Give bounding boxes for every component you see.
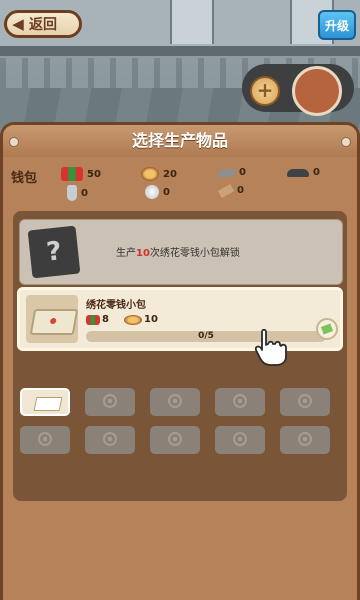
progress-text: 0/5 [198,331,214,341]
slot-active[interactable] [20,388,70,416]
purse-icon [26,295,79,343]
avatar[interactable] [292,66,342,116]
board-icon [216,168,238,177]
lock-icon [168,432,182,446]
cotton-icon [145,185,159,199]
locked-item: ? 生产10次绣花零钱小包解锁 [19,219,343,285]
resource-thread: 50 [61,167,101,181]
resource-value: 20 [163,168,177,180]
lock-icon [233,432,247,446]
background-door [170,0,214,44]
cost-value: 10 [144,314,158,325]
purse-icon [33,397,63,411]
slot-locked[interactable] [215,388,265,416]
yarn-icon [141,167,159,181]
plus-icon[interactable]: + [250,76,280,106]
resource-iron: 0 [287,167,320,178]
panel-title: 选择生产物品 [3,125,357,157]
slot-locked[interactable] [85,426,135,454]
pointer-hand-icon [254,328,287,366]
item-list: ? 生产10次绣花零钱小包解锁 绣花零钱小包 8 10 0/5 [13,211,347,501]
resource-value: 0 [237,185,244,196]
resource-wood: 0 [217,183,244,198]
yarn-icon [124,314,142,325]
slot-locked[interactable] [20,426,70,454]
resource-value: 0 [81,187,88,199]
lock-icon [103,432,117,446]
resource-cotton: 0 [145,185,170,199]
sock-icon [67,185,77,201]
resource-yarn: 20 [141,167,177,181]
unlock-prefix: 生产 [116,248,136,259]
resource-value: 0 [163,186,170,198]
thread-icon [61,167,83,181]
money-icon [316,318,338,340]
slot-locked[interactable] [280,388,330,416]
resource-value: 0 [239,167,246,178]
slot-locked[interactable] [280,426,330,454]
unlock-requirement: 生产10次绣花零钱小包解锁 [116,244,240,259]
wallet-label: 钱包 [11,171,38,186]
back-button[interactable]: ◀ 返回 [4,10,82,38]
resource-board: 0 [216,167,246,178]
unlock-count: 10 [136,248,150,259]
resource-sock: 0 [67,185,88,201]
bolt-icon [341,137,351,147]
wood-icon [217,183,235,198]
lock-icon [38,432,52,446]
lock-icon [103,394,117,408]
slot-locked[interactable] [215,426,265,454]
item-row-purse[interactable]: 绣花零钱小包 8 10 0/5 [17,287,343,351]
slot-locked[interactable] [150,388,200,416]
bolt-icon [9,137,19,147]
lock-icon [298,432,312,446]
resource-value: 50 [87,168,101,180]
cost-yarn: 10 [124,314,158,325]
back-label: 返回 [29,17,57,33]
item-name: 绣花零钱小包 [86,300,146,311]
lock-icon [298,394,312,408]
resource-value: 0 [313,167,320,178]
production-panel: 选择生产物品 钱包 50 20 0 0 0 0 0 ? 生产10次绣花零钱小包解… [0,122,360,600]
iron-icon [287,168,309,177]
cost-value: 8 [102,314,109,325]
lock-icon [168,394,182,408]
question-icon: ? [27,225,81,279]
lock-icon [233,394,247,408]
back-arrow-icon: ◀ [12,15,24,33]
cost-thread: 8 [86,314,109,325]
thread-icon [86,314,100,325]
background-rail [0,46,360,56]
slot-locked[interactable] [85,388,135,416]
upgrade-button[interactable]: 升级 [318,10,356,40]
unlock-suffix: 次绣花零钱小包解锁 [149,248,240,259]
production-progress: 0/5 [86,331,326,342]
slot-locked[interactable] [150,426,200,454]
